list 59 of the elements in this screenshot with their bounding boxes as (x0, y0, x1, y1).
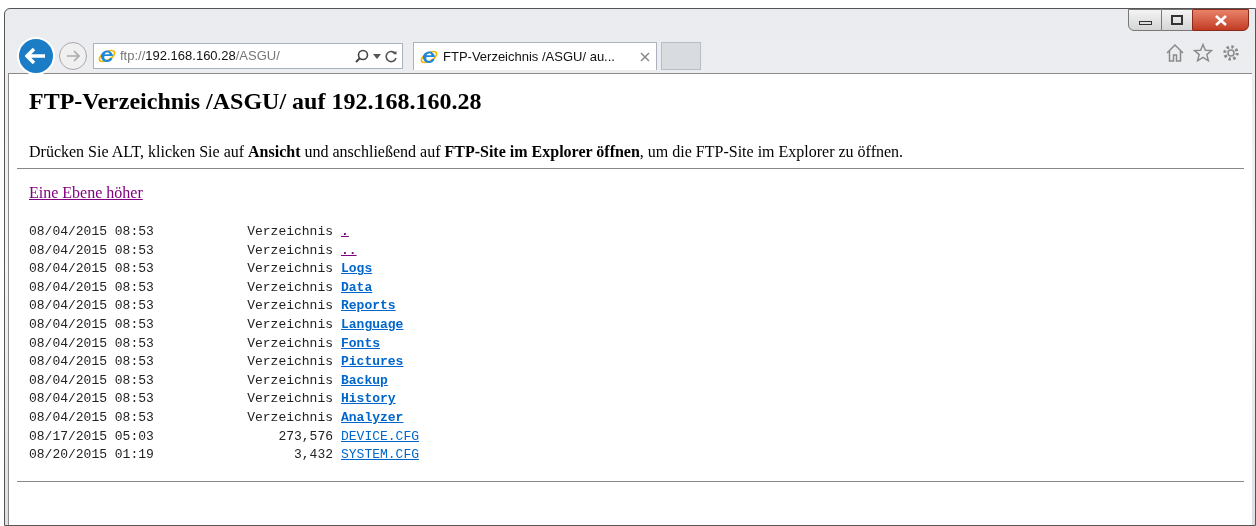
type-text: Verzeichnis (246, 315, 334, 334)
folder-link[interactable]: Fonts (341, 334, 380, 354)
close-button[interactable] (1192, 9, 1249, 31)
arrow-left-icon (25, 47, 47, 65)
size-text: 273,576 (277, 427, 334, 446)
file-link[interactable]: SYSTEM.CFG (341, 446, 419, 465)
date-text: 08/04/2015 08:53 (29, 353, 155, 372)
close-icon[interactable] (640, 51, 650, 62)
folder-link[interactable]: History (341, 390, 396, 409)
type-text: Verzeichnis (246, 260, 334, 279)
address-field[interactable]: ftp://192.168.160.28/ASGU/ (93, 43, 403, 69)
folder-link[interactable]: Analyzer (341, 408, 404, 428)
dropdown-icon[interactable] (373, 53, 381, 59)
folder-link[interactable]: Backup (341, 371, 388, 391)
close-icon (1214, 14, 1227, 26)
type-text: Verzeichnis (246, 334, 334, 353)
back-button[interactable] (17, 37, 55, 75)
type-text: Verzeichnis (246, 223, 334, 241)
folder-link[interactable]: Data (341, 278, 373, 298)
refresh-icon[interactable] (385, 49, 398, 63)
browser-icon (98, 47, 116, 65)
date-text: 08/20/2015 01:19 (29, 446, 155, 465)
date-text: 08/04/2015 08:53 (29, 297, 155, 316)
date-text: 08/04/2015 08:53 (29, 371, 155, 390)
folder-link[interactable]: . (341, 223, 349, 242)
folder-link[interactable]: Pictures (341, 353, 404, 372)
date-text: 08/04/2015 08:53 (29, 408, 155, 427)
minimize-button[interactable] (1128, 9, 1162, 31)
date-text: 08/04/2015 08:53 (29, 278, 155, 297)
type-text: Verzeichnis (246, 241, 334, 260)
date-text: 08/04/2015 08:53 (29, 334, 155, 353)
type-text: Verzeichnis (246, 278, 334, 297)
date-text: 08/04/2015 08:53 (29, 223, 155, 241)
date-text: 08/04/2015 08:53 (29, 241, 155, 260)
folder-link[interactable]: .. (341, 241, 357, 261)
maximize-button[interactable] (1162, 9, 1192, 31)
file-link[interactable]: DEVICE.CFG (341, 427, 419, 447)
instruction-text: Drücken Sie ALT, klicken Sie auf Ansicht und anschließend auf FTP-Site im Explorer öffnen, um die FTP-Site im Explorer zu öffnen. (29, 142, 905, 162)
type-text: Verzeichnis (246, 408, 334, 427)
settings-icon[interactable] (1221, 43, 1241, 63)
search-icon[interactable] (355, 49, 369, 63)
browser-tab[interactable]: FTP-Verzeichnis /ASGU/ au... (413, 42, 657, 70)
date-text: 08/04/2015 08:53 (29, 260, 155, 279)
parent-directory-link[interactable]: Eine Ebene höher (29, 181, 143, 205)
folder-link[interactable]: Logs (341, 260, 373, 279)
folder-link[interactable]: Language (341, 315, 404, 335)
arrow-right-icon (65, 49, 81, 63)
type-text: Verzeichnis (246, 371, 334, 390)
star-icon[interactable] (1193, 43, 1213, 63)
page-heading: FTP-Verzeichnis /ASGU/ auf 192.168.160.28 (29, 87, 483, 116)
type-text: Verzeichnis (246, 390, 334, 409)
date-text: 08/04/2015 08:53 (29, 390, 155, 409)
date-text: 08/04/2015 08:53 (29, 315, 155, 334)
type-text: Verzeichnis (246, 297, 334, 316)
home-icon[interactable] (1165, 43, 1185, 63)
size-text: 3,432 (293, 446, 334, 465)
type-text: Verzeichnis (246, 353, 334, 372)
date-text: 08/17/2015 05:03 (29, 427, 155, 446)
folder-link[interactable]: Reports (341, 297, 396, 316)
